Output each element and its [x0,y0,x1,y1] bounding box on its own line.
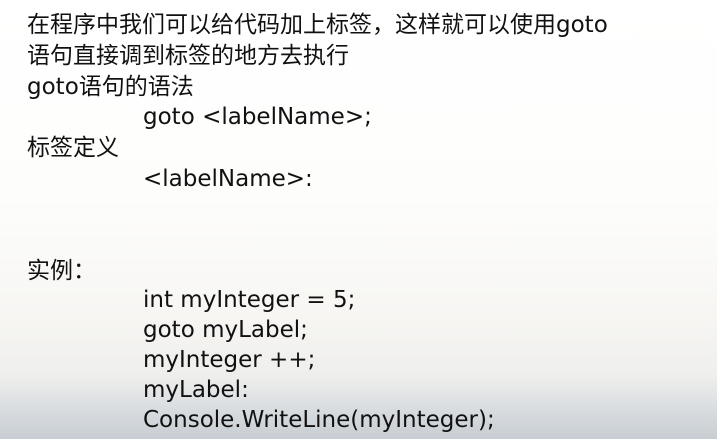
syntax-code: goto <labelName>; [143,104,372,130]
intro-text-line-1: 在程序中我们可以给代码加上标签，这样就可以使用goto [27,12,608,38]
example-code-line: myInteger ++; [143,347,316,373]
example-code-line: myLabel: [143,377,249,403]
intro-text-line-2: 语句直接调到标签的地方去执行 [27,43,349,69]
slide-content: 在程序中我们可以给代码加上标签，这样就可以使用goto 语句直接调到标签的地方去… [0,0,717,439]
example-code-line: Console.WriteLine(myInteger); [143,407,495,433]
example-code-line: goto myLabel; [143,317,308,343]
example-heading: 实例： [27,258,96,284]
syntax-heading: goto语句的语法 [27,74,194,100]
label-definition-heading: 标签定义 [27,135,119,161]
example-code-line: int myInteger = 5; [143,287,356,313]
label-definition-code: <labelName>: [143,166,313,192]
